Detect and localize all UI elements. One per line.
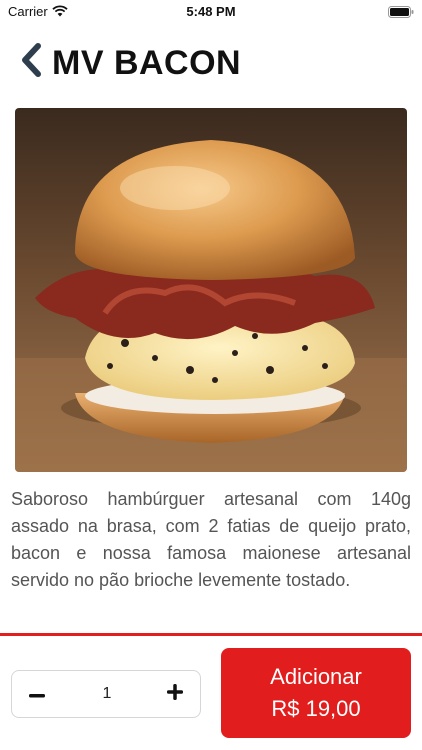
page-title: MV BACON — [52, 44, 242, 82]
product-description: Saboroso hambúrguer artesanal com 140g a… — [11, 489, 411, 590]
plus-icon — [167, 683, 183, 705]
nav-bar: MV BACON — [0, 34, 422, 96]
add-button-price: R$ 19,00 — [271, 696, 361, 721]
quantity-value: 1 — [102, 685, 112, 702]
status-time: 5:48 PM — [186, 4, 236, 19]
burger-photo — [15, 108, 407, 472]
increase-quantity-button[interactable] — [158, 677, 192, 711]
quantity-stepper: 1 — [11, 670, 201, 718]
add-button-label: Adicionar — [270, 664, 362, 689]
minus-icon — [29, 685, 45, 703]
add-to-cart-button[interactable]: Adicionar R$ 19,00 — [221, 648, 411, 738]
battery-icon — [388, 5, 414, 23]
product-image — [15, 108, 407, 472]
decrease-quantity-button[interactable] — [20, 677, 54, 711]
status-bar: Carrier 5:48 PM — [0, 0, 422, 24]
chevron-left-icon — [20, 42, 42, 82]
back-button[interactable] — [14, 42, 48, 82]
footer-divider — [0, 633, 422, 636]
